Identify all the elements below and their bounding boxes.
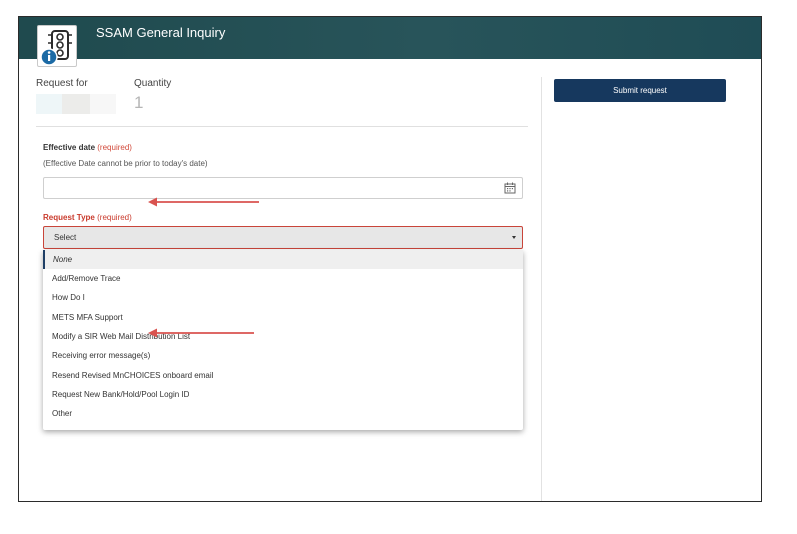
request-type-label-text: Request Type bbox=[43, 213, 95, 222]
dropdown-option-mets-mfa-support[interactable]: METS MFA Support bbox=[43, 308, 523, 327]
form-panel: Request for Quantity 1 Effective date (r… bbox=[19, 59, 541, 501]
dropdown-option-resend-mnchoices[interactable]: Resend Revised MnCHOICES onboard email bbox=[43, 366, 523, 385]
option-label: Add/Remove Trace bbox=[52, 274, 121, 283]
quantity-value[interactable]: 1 bbox=[134, 93, 143, 113]
effective-date-hint: (Effective Date cannot be prior to today… bbox=[43, 159, 208, 168]
section-divider bbox=[36, 126, 528, 127]
caret-down-icon bbox=[512, 236, 516, 239]
submit-request-button[interactable]: Submit request bbox=[554, 79, 726, 102]
dropdown-option-add-remove-trace[interactable]: Add/Remove Trace bbox=[43, 269, 523, 288]
request-type-label: Request Type (required) bbox=[43, 213, 132, 222]
option-label: Receiving error message(s) bbox=[52, 351, 151, 360]
dropdown-option-modify-sir-web-mail[interactable]: Modify a SIR Web Mail Distribution List bbox=[43, 327, 523, 346]
catalog-item-header: SSAM General Inquiry bbox=[19, 17, 761, 59]
request-type-dropdown: None Add/Remove Trace How Do I METS MFA … bbox=[43, 250, 523, 430]
column-divider bbox=[541, 77, 542, 501]
dropdown-option-request-login-id[interactable]: Request New Bank/Hold/Pool Login ID bbox=[43, 385, 523, 404]
request-for-swatch bbox=[90, 94, 116, 114]
dropdown-option-none[interactable]: None bbox=[43, 250, 523, 269]
request-for-swatch bbox=[36, 94, 62, 114]
page-title: SSAM General Inquiry bbox=[96, 25, 226, 40]
dropdown-option-how-do-i[interactable]: How Do I bbox=[43, 288, 523, 307]
annotation-arrow bbox=[148, 328, 254, 338]
option-label: Other bbox=[52, 409, 73, 418]
effective-date-input[interactable] bbox=[43, 177, 523, 199]
dropdown-option-other[interactable]: Other bbox=[43, 404, 523, 423]
calendar-icon[interactable] bbox=[504, 182, 516, 194]
option-label: How Do I bbox=[52, 293, 85, 302]
required-tag: (required) bbox=[97, 143, 132, 152]
app-frame: SSAM General Inquiry Request for Quantit… bbox=[18, 16, 762, 502]
annotation-arrow bbox=[148, 197, 259, 207]
effective-date-label: Effective date (required) bbox=[43, 143, 132, 152]
option-label: None bbox=[53, 255, 73, 264]
request-for-swatch bbox=[62, 94, 90, 114]
dropdown-option-receiving-error[interactable]: Receiving error message(s) bbox=[43, 346, 523, 365]
quantity-label: Quantity bbox=[134, 78, 172, 89]
option-label: Resend Revised MnCHOICES onboard email bbox=[52, 371, 214, 380]
required-tag: (required) bbox=[97, 213, 132, 222]
request-for-label: Request for bbox=[36, 78, 88, 89]
effective-date-label-text: Effective date bbox=[43, 143, 96, 152]
option-label: Request New Bank/Hold/Pool Login ID bbox=[52, 390, 190, 399]
select-value: Select bbox=[54, 233, 77, 242]
option-label: METS MFA Support bbox=[52, 313, 123, 322]
request-type-select[interactable]: Select bbox=[43, 226, 523, 249]
